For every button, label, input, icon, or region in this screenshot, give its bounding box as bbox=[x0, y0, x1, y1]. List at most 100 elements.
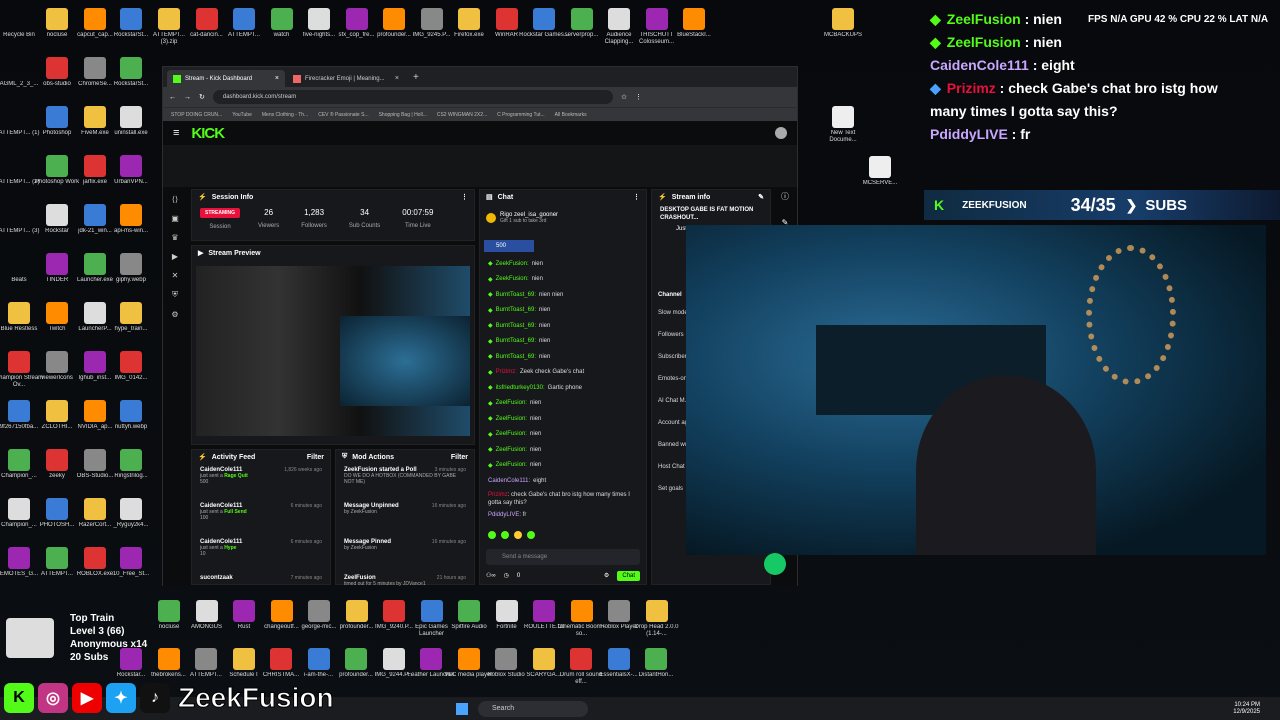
collapse-icon[interactable]: ⟨⟩ bbox=[172, 195, 178, 204]
desktop-icon[interactable]: api-ms-win... bbox=[106, 200, 156, 250]
chat-send-button[interactable]: Chat bbox=[617, 570, 640, 581]
desktop-icon[interactable]: UrbanVPN... bbox=[106, 151, 156, 201]
bookmark-item[interactable]: C Programming Tut... bbox=[497, 112, 545, 118]
chat-user[interactable]: ZeelFusion: bbox=[496, 416, 527, 422]
chat-user[interactable]: ZeelFusion: bbox=[496, 400, 527, 406]
kick-logo[interactable]: KICK bbox=[191, 125, 225, 142]
menu-icon[interactable]: ≡ bbox=[173, 127, 179, 139]
desktop-icon[interactable]: nuttyh.webp bbox=[106, 396, 156, 446]
trophy-icon[interactable]: ♛ bbox=[171, 233, 178, 242]
badge-icon: ◆ bbox=[488, 462, 493, 469]
bookmark-item[interactable]: CS2 WINGMAN 2X2... bbox=[437, 112, 487, 118]
bookmark-item[interactable]: Mens Clothing - Th... bbox=[262, 112, 308, 118]
file-icon bbox=[420, 648, 442, 670]
windows-icon[interactable] bbox=[456, 702, 468, 715]
emote-icon[interactable] bbox=[501, 530, 509, 539]
desktop-icon[interactable]: New Text Docume... bbox=[818, 102, 868, 152]
pinned-text: Gift 1 sub to take 3rd bbox=[500, 218, 547, 224]
chat-user[interactable]: ZeekFusion: bbox=[496, 276, 529, 282]
file-icon bbox=[120, 106, 142, 128]
record-icon bbox=[764, 553, 786, 575]
tab-firecracker[interactable]: Firecracker Emoji | Meaning... × bbox=[287, 70, 405, 87]
chat-text: nien bbox=[538, 353, 551, 360]
chat-user[interactable]: itsfriedturkey0130: bbox=[496, 385, 545, 391]
file-icon bbox=[345, 648, 367, 670]
chat-user[interactable]: BurntToast_69: bbox=[496, 354, 536, 360]
instagram-icon: ◎ bbox=[38, 683, 68, 713]
kick-icon: K bbox=[4, 683, 34, 713]
filter-button[interactable]: Filter bbox=[451, 454, 468, 461]
desktop-icon[interactable]: BlueStackI... bbox=[669, 4, 719, 54]
taskbar-search[interactable]: Search bbox=[478, 700, 588, 717]
url-field[interactable]: dashboard.kick.com/stream bbox=[212, 90, 613, 104]
profile-avatar[interactable] bbox=[775, 127, 787, 139]
more-icon[interactable]: ⋮ bbox=[633, 193, 640, 201]
badge-icon: ◆ bbox=[488, 385, 493, 392]
panel-header: ⛨ Mod Actions Filter bbox=[336, 450, 474, 464]
desktop-icon[interactable]: giphy.webp bbox=[106, 249, 156, 299]
chat-user[interactable]: BurntToast_69: bbox=[496, 307, 536, 313]
new-tab-icon[interactable]: + bbox=[407, 72, 425, 83]
desktop-icon[interactable]: uninstall.exe bbox=[106, 102, 156, 152]
preview-video[interactable] bbox=[196, 266, 470, 436]
forward-icon[interactable]: → bbox=[184, 94, 191, 101]
chat-user[interactable]: BurntToast_69: bbox=[496, 323, 536, 329]
cpu-value: 22 % bbox=[1203, 14, 1227, 25]
chat-user[interactable]: ZeelFusion: bbox=[496, 462, 527, 468]
file-icon bbox=[458, 8, 480, 30]
desktop-icon[interactable]: Ringstrilog... bbox=[106, 445, 156, 495]
info-icon[interactable]: ⓘ bbox=[781, 191, 789, 202]
star-icon[interactable]: ☆ bbox=[621, 93, 627, 101]
close-icon[interactable]: × bbox=[395, 75, 399, 82]
desktop-icon[interactable]: MCBACKUPS bbox=[818, 4, 868, 54]
gear-icon[interactable]: ⚙ bbox=[604, 572, 609, 579]
shield-icon[interactable]: ⛨ bbox=[172, 290, 178, 300]
emote-icon[interactable] bbox=[488, 530, 496, 539]
emote-icon[interactable] bbox=[527, 530, 535, 539]
video-icon[interactable]: ▶ bbox=[172, 252, 178, 261]
bookmark-item[interactable]: All Bookmarks bbox=[555, 112, 587, 118]
file-icon bbox=[46, 302, 68, 324]
desktop-icon[interactable]: 10_Free_St... bbox=[106, 543, 156, 593]
bookmark-item[interactable]: STOP DOING CRUN... bbox=[171, 112, 222, 118]
badge-icon: ◆ bbox=[488, 292, 493, 299]
chat-user[interactable]: Prizimz: bbox=[496, 369, 517, 375]
extensions-icon[interactable]: ⋮ bbox=[635, 93, 642, 101]
emote-bar[interactable] bbox=[488, 530, 638, 541]
pinned-message[interactable]: Rigo zeel_isa_gooner Gift 1 sub to take 3… bbox=[486, 206, 640, 230]
filter-button[interactable]: Filter bbox=[307, 454, 324, 461]
desktop-icon[interactable]: DistantHori... bbox=[631, 644, 681, 694]
emote-icon[interactable] bbox=[514, 530, 522, 539]
fps-value: N/A bbox=[1110, 14, 1128, 25]
chat-user[interactable]: ZeelFusion: bbox=[496, 447, 527, 453]
desktop-icon[interactable]: RockstarSt... bbox=[106, 53, 156, 103]
file-icon bbox=[832, 106, 854, 128]
chat-input[interactable]: Send a message bbox=[486, 548, 640, 565]
more-icon[interactable]: ⋮ bbox=[461, 193, 468, 201]
activity-item: CaidenCole111 1,826 weeks ago just sent a … bbox=[192, 464, 330, 500]
tools-icon[interactable]: ✕ bbox=[172, 271, 179, 280]
close-icon[interactable]: × bbox=[275, 75, 279, 82]
chat-user[interactable]: ZeekFusion: bbox=[496, 261, 529, 267]
overlay-chat: ◆ ZeelFusion : nien ◆ ZeelFusion : nien Caid… bbox=[930, 8, 1250, 146]
tab-kick-dashboard[interactable]: Stream - Kick Dashboard × bbox=[167, 70, 285, 87]
desktop-icon[interactable]: IMG_0142... bbox=[106, 347, 156, 397]
desktop-icon[interactable]: _Ryguy2k4... bbox=[106, 494, 156, 544]
chat-user[interactable]: ZeelFusion: bbox=[496, 431, 527, 437]
reload-icon[interactable]: ↻ bbox=[199, 93, 205, 101]
panel-title: Stream Preview bbox=[208, 249, 261, 257]
bookmark-item[interactable]: YouTube bbox=[232, 112, 252, 118]
bookmark-item[interactable]: Shopping Bag | Holl... bbox=[379, 112, 427, 118]
chat-user[interactable]: BurntToast_69: bbox=[496, 338, 536, 344]
chat-user[interactable]: BurntToast_69: bbox=[496, 292, 536, 298]
bookmark-item[interactable]: CEV ® Passionate S... bbox=[318, 112, 368, 118]
edit-icon[interactable]: ✎ bbox=[758, 193, 764, 201]
desktop-icon[interactable]: hype_train... bbox=[106, 298, 156, 348]
desktop-icon[interactable]: MCSERVE... bbox=[855, 152, 905, 202]
stream-icon[interactable]: ▣ bbox=[171, 214, 179, 223]
desktop-icon[interactable]: Drop Head 2.0.0 (1.14-... bbox=[632, 596, 682, 646]
chat-user[interactable]: CaidenCole111: bbox=[488, 478, 530, 484]
back-icon[interactable]: ← bbox=[169, 94, 176, 101]
activity-item: CaidenCole111 6 minutes ago just sent a Hy… bbox=[192, 536, 330, 572]
gear-icon[interactable]: ⚙ bbox=[171, 310, 178, 319]
